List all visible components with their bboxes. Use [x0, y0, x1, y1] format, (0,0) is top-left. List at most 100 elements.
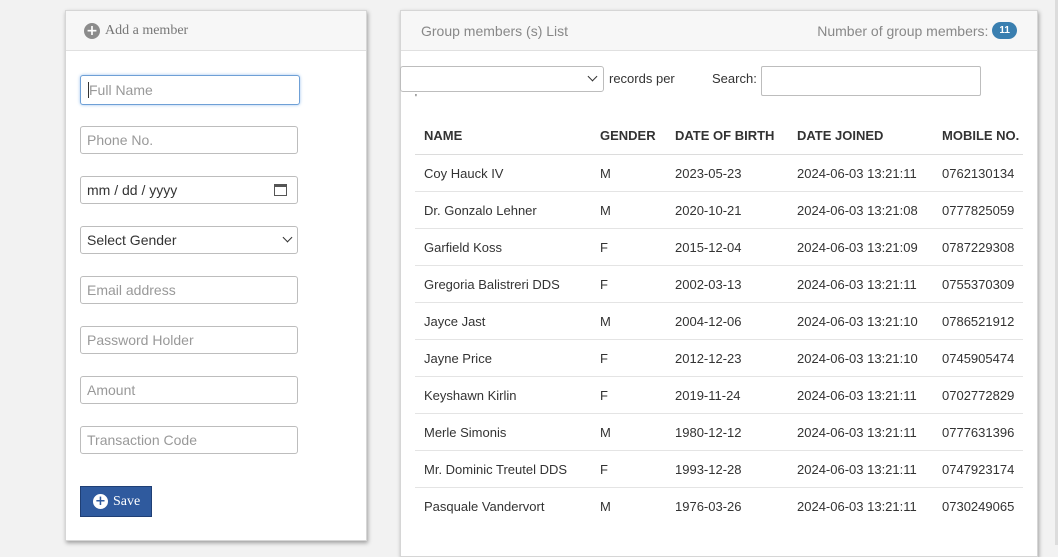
cell-name: Gregoria Balistreri DDS [415, 265, 591, 303]
cell-mobile: 0745905474 [933, 339, 1023, 377]
cell-date-joined: 2024-06-03 13:21:11 [788, 376, 933, 414]
chevron-down-icon [282, 232, 293, 243]
phone-placeholder: Phone No. [87, 132, 154, 148]
full-name-input[interactable]: Full Name [80, 75, 300, 105]
save-button-label: Save [113, 493, 141, 509]
members-table: NAME GENDER DATE OF BIRTH DATE JOINED MO… [415, 117, 1023, 524]
transaction-code-input[interactable]: Transaction Code [80, 426, 298, 454]
cell-date-joined: 2024-06-03 13:21:11 [788, 154, 933, 192]
cell-name: Jayce Jast [415, 302, 591, 340]
add-member-header: + Add a member [66, 11, 366, 51]
members-list-header: Group members (s) List Number of group m… [401, 11, 1037, 51]
cell-date-of-birth: 2020-10-21 [666, 191, 788, 229]
cell-date-of-birth: 2023-05-23 [666, 154, 788, 192]
cell-mobile: 0730249065 [942, 498, 1015, 514]
cell-name: Jayne Price [415, 339, 591, 377]
cell-date-of-birth: 1976-03-26 [675, 498, 742, 514]
table-row: Pasquale Vandervort M 1976-03-26 2024-06… [415, 488, 1023, 525]
cell-gender: F [591, 376, 666, 414]
cell-gender: F [591, 265, 666, 303]
cell-date-joined: 2024-06-03 13:21:09 [788, 228, 933, 266]
records-per-page-select[interactable] [400, 66, 604, 92]
table-row: Gregoria Balistreri DDS F 2002-03-13 202… [415, 265, 1023, 303]
chevron-down-icon [587, 71, 598, 82]
cell-mobile: 0755370309 [933, 265, 1023, 303]
column-header-date-of-birth[interactable]: DATE OF BIRTH [666, 117, 788, 155]
add-member-panel: + Add a member Full Name Phone No. mm / … [65, 10, 367, 541]
cell-gender: M [591, 191, 666, 229]
cell-gender: M [591, 154, 666, 192]
cell-name: Garfield Koss [415, 228, 591, 266]
cell-name: Mr. Dominic Treutel DDS [415, 450, 591, 488]
members-list-title: Group members (s) List [421, 22, 569, 39]
cell-date-joined: 2024-06-03 13:21:11 [788, 413, 933, 451]
cell-mobile: 0787229308 [933, 228, 1023, 266]
column-header-date-joined[interactable]: DATE JOINED [788, 117, 933, 155]
cell-gender: F [591, 339, 666, 377]
gender-selected-value: Select Gender [87, 232, 177, 248]
cell-gender: M [600, 498, 611, 514]
cell-date-joined: 2024-06-03 13:21:11 [788, 450, 933, 488]
cell-name: Pasquale Vandervort [424, 498, 545, 514]
cell-date-joined: 2024-06-03 13:21:11 [797, 498, 917, 514]
table-row: Jayne Price F 2012-12-23 2024-06-03 13:2… [415, 339, 1023, 377]
cell-date-of-birth: 2002-03-13 [666, 265, 788, 303]
cell-mobile: 0777631396 [933, 413, 1023, 451]
records-per-page-label-tail: ' [415, 93, 417, 104]
cell-gender: M [591, 413, 666, 451]
text-caret [88, 82, 89, 98]
cell-date-of-birth: 1980-12-12 [666, 413, 788, 451]
full-name-placeholder: Full Name [89, 82, 153, 98]
phone-input[interactable]: Phone No. [80, 126, 298, 154]
members-list-panel: Group members (s) List Number of group m… [400, 10, 1038, 557]
cell-date-of-birth: 2019-11-24 [666, 376, 788, 414]
member-count-badge: 11 [992, 22, 1017, 39]
gender-select[interactable]: Select Gender [80, 226, 298, 254]
cell-date-of-birth: 2015-12-04 [666, 228, 788, 266]
calendar-icon[interactable] [274, 184, 287, 196]
table-header-row: NAME GENDER DATE OF BIRTH DATE JOINED MO… [415, 117, 1023, 155]
cell-gender: F [591, 228, 666, 266]
cell-date-joined: 2024-06-03 13:21:08 [788, 191, 933, 229]
save-button[interactable]: + Save [80, 486, 152, 517]
member-count: Number of group members: 11 [817, 22, 1017, 39]
cell-date-of-birth: 1993-12-28 [666, 450, 788, 488]
cell-date-of-birth: 2012-12-23 [666, 339, 788, 377]
plus-circle-icon: + [93, 494, 108, 509]
column-header-name[interactable]: NAME [415, 117, 591, 155]
cell-name: Keyshawn Kirlin [415, 376, 591, 414]
cell-name: Dr. Gonzalo Lehner [415, 191, 591, 229]
table-row: Dr. Gonzalo Lehner M 2020-10-21 2024-06-… [415, 191, 1023, 229]
table-row: Keyshawn Kirlin F 2019-11-24 2024-06-03 … [415, 376, 1023, 414]
amount-placeholder: Amount [87, 382, 136, 398]
email-input[interactable]: Email address [80, 276, 298, 304]
plus-circle-icon: + [84, 22, 100, 39]
transaction-placeholder: Transaction Code [87, 432, 197, 448]
table-row: Coy Hauck IV M 2023-05-23 2024-06-03 13:… [415, 154, 1023, 192]
amount-input[interactable]: Amount [80, 376, 298, 404]
column-header-mobile[interactable]: MOBILE NO. [933, 117, 1023, 155]
table-row: Mr. Dominic Treutel DDS F 1993-12-28 202… [415, 450, 1023, 488]
table-row: Garfield Koss F 2015-12-04 2024-06-03 13… [415, 228, 1023, 266]
cell-mobile: 0786521912 [933, 302, 1023, 340]
table-row: Merle Simonis M 1980-12-12 2024-06-03 13… [415, 413, 1023, 451]
member-count-label: Number of group members: [817, 22, 989, 39]
column-header-gender[interactable]: GENDER [591, 117, 666, 155]
cell-gender: M [591, 302, 666, 340]
password-placeholder: Password Holder [87, 332, 194, 348]
cell-date-of-birth: 2004-12-06 [666, 302, 788, 340]
date-placeholder: mm / dd / yyyy [87, 182, 178, 198]
cell-mobile: 0777825059 [933, 191, 1023, 229]
search-label: Search: [712, 71, 757, 86]
search-input[interactable] [761, 66, 981, 96]
date-of-birth-input[interactable]: mm / dd / yyyy [80, 176, 298, 204]
cell-date-joined: 2024-06-03 13:21:10 [788, 339, 933, 377]
add-member-title: Add a member [105, 22, 189, 38]
cell-name: Merle Simonis [415, 413, 591, 451]
password-input[interactable]: Password Holder [80, 326, 298, 354]
cell-mobile: 0702772829 [933, 376, 1023, 414]
cell-name: Coy Hauck IV [415, 154, 591, 192]
email-placeholder: Email address [87, 282, 176, 298]
cell-mobile: 0747923174 [933, 450, 1023, 488]
table-row: Jayce Jast M 2004-12-06 2024-06-03 13:21… [415, 302, 1023, 340]
